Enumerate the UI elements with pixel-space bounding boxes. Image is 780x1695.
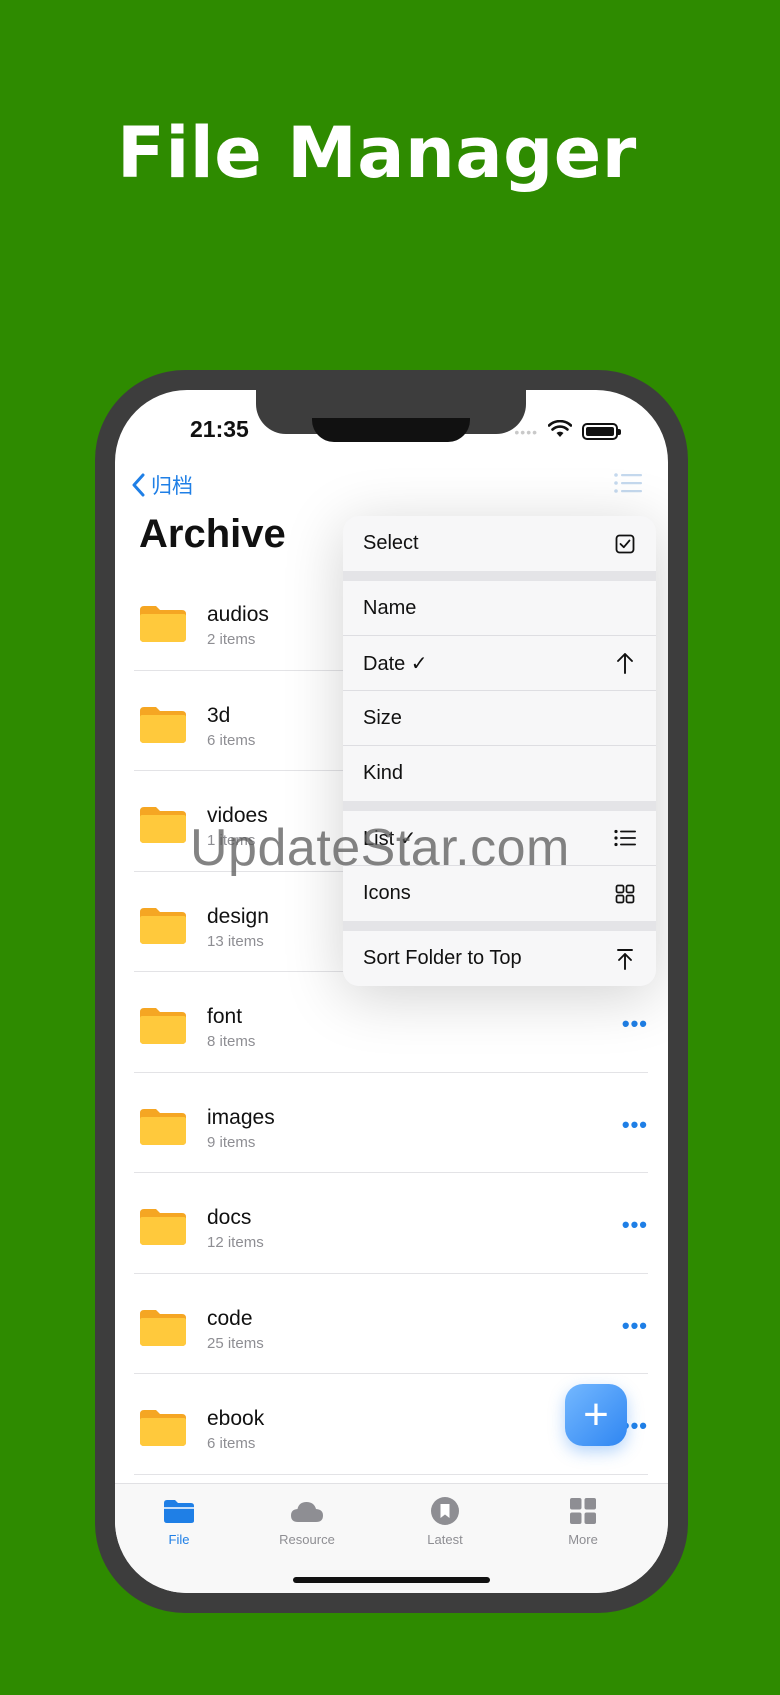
view-options-menu: Select Name Date ✓ Size Kind List ✓ Icon…: [343, 516, 656, 986]
phone-frame: 21:35 •••• 归档 Archive audios 2 items 3d 6 i…: [95, 370, 688, 1613]
file-item-count: 8 items: [207, 1033, 256, 1050]
file-name: code: [207, 1306, 253, 1330]
file-name: design: [207, 904, 269, 928]
folder-icon: [139, 806, 187, 849]
file-item-count: 6 items: [207, 731, 256, 749]
grid-icon: [523, 1494, 643, 1528]
tab-label-more: More: [568, 1532, 598, 1547]
checkbox-icon: [614, 533, 636, 555]
folder-icon: [139, 1309, 187, 1352]
folder-icon: [139, 907, 187, 950]
file-item-count: 2 items: [207, 631, 256, 648]
menu-item-sort-folder-top[interactable]: Sort Folder to Top: [343, 931, 656, 986]
folder-icon: [119, 1494, 239, 1528]
chevron-left-icon: [132, 473, 145, 497]
file-item-count: 9 items: [207, 1133, 256, 1151]
grid-icon: [614, 883, 636, 905]
menu-item-sort-date[interactable]: Date ✓: [343, 636, 656, 691]
more-options-button[interactable]: •••: [622, 1214, 648, 1236]
folder-icon: [139, 1208, 187, 1251]
dynamic-island: [312, 418, 470, 442]
tab-latest[interactable]: Latest: [385, 1494, 505, 1547]
add-button[interactable]: +: [565, 1384, 627, 1446]
folder-icon: [139, 1108, 187, 1151]
menu-label-size: Size: [363, 706, 402, 729]
menu-item-sort-size[interactable]: Size: [343, 691, 656, 746]
file-item-count: 13 items: [207, 932, 264, 950]
folder-icon: [139, 605, 187, 648]
file-row[interactable]: images 9 items •••: [115, 1073, 668, 1173]
menu-label-date: Date ✓: [363, 652, 428, 675]
menu-separator: [343, 571, 656, 581]
folder-icon: [139, 1007, 187, 1050]
file-name: images: [207, 1105, 275, 1129]
wifi-icon: [547, 419, 573, 443]
file-item-count: 25 items: [207, 1334, 264, 1352]
cloud-icon: [247, 1494, 367, 1528]
bookmark-icon: [385, 1494, 505, 1528]
menu-separator: [343, 921, 656, 931]
menu-label-icons: Icons: [363, 882, 411, 904]
tab-label-resource: Resource: [279, 1532, 335, 1547]
file-name: ebook: [207, 1407, 265, 1430]
menu-label-sort-folder: Sort Folder to Top: [363, 947, 522, 969]
list-icon: [614, 473, 642, 493]
file-item-count: 6 items: [207, 1435, 256, 1452]
tab-file[interactable]: File: [119, 1494, 239, 1547]
file-item-count: 12 items: [207, 1234, 264, 1251]
tab-resource[interactable]: Resource: [247, 1494, 367, 1547]
file-name: 3d: [207, 703, 231, 727]
battery-icon: [582, 423, 621, 440]
arrow-up-icon: [614, 652, 636, 674]
signal-icon: ••••: [514, 423, 538, 440]
row-divider: [134, 1473, 648, 1475]
home-indicator: [293, 1577, 490, 1583]
file-name: font: [207, 1005, 243, 1028]
arrow-to-top-icon: [614, 948, 636, 970]
back-label: 归档: [151, 475, 193, 498]
menu-item-select[interactable]: Select: [343, 516, 656, 571]
watermark: UpdateStar.com: [190, 819, 570, 877]
file-name: docs: [207, 1206, 252, 1229]
file-name: audios: [207, 603, 269, 626]
status-indicators: ••••: [514, 419, 621, 443]
page-title: Archive: [139, 512, 286, 556]
tab-bar: File Resource Latest More: [115, 1483, 668, 1593]
list-icon: [614, 827, 636, 849]
more-options-button[interactable]: •••: [622, 1013, 648, 1035]
file-row[interactable]: docs 12 items •••: [115, 1173, 668, 1274]
menu-item-sort-kind[interactable]: Kind: [343, 746, 656, 801]
file-row[interactable]: code 25 items •••: [115, 1274, 668, 1374]
folder-icon: [139, 1409, 187, 1452]
tab-label-file: File: [168, 1532, 190, 1547]
status-time: 21:35: [190, 416, 249, 442]
back-button[interactable]: 归档: [131, 470, 193, 500]
promo-headline: File Manager: [117, 112, 637, 194]
menu-item-sort-name[interactable]: Name: [343, 581, 656, 636]
view-options-button[interactable]: [614, 472, 642, 499]
file-row[interactable]: font 8 items •••: [115, 972, 668, 1073]
tab-label-latest: Latest: [427, 1532, 463, 1547]
menu-separator: [343, 801, 656, 811]
tab-more[interactable]: More: [523, 1494, 643, 1547]
menu-label-select: Select: [363, 532, 419, 554]
more-options-button[interactable]: •••: [622, 1113, 648, 1135]
phone-screen: 21:35 •••• 归档 Archive audios 2 items 3d 6 i…: [115, 390, 668, 1593]
more-options-button[interactable]: •••: [622, 1314, 648, 1336]
menu-label-kind: Kind: [363, 762, 404, 784]
folder-icon: [139, 706, 187, 749]
menu-label-name: Name: [363, 596, 417, 619]
